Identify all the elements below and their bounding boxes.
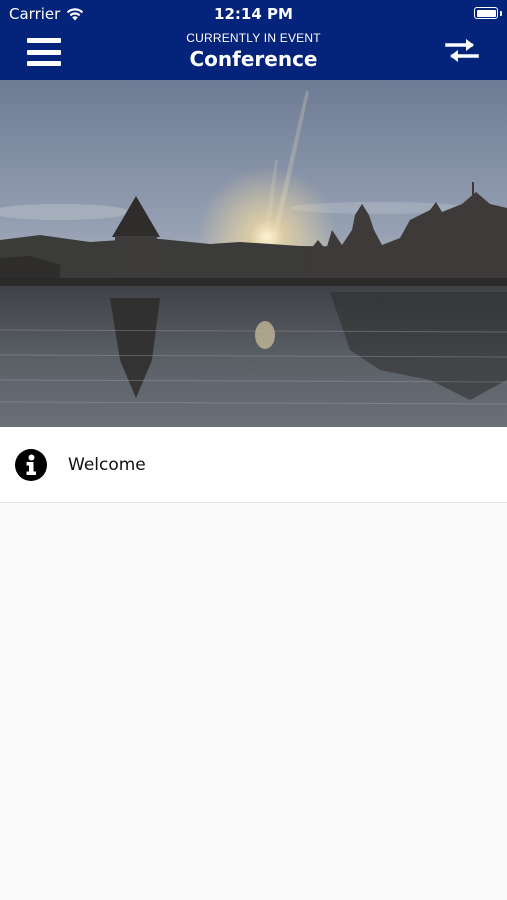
list-item-welcome[interactable]: Welcome [0,427,507,503]
hamburger-menu-icon[interactable] [27,38,61,66]
battery-icon [474,7,498,19]
list-item-label: Welcome [68,454,146,475]
event-menu-list: Welcome [0,427,507,503]
page-title: Conference [189,47,318,71]
app-header: Carrier 12:14 PM CURRENTLY IN EVENT Conf… [0,0,507,80]
swap-arrows-icon[interactable] [445,37,479,63]
status-bar: Carrier 12:14 PM [0,0,507,28]
event-subtitle: CURRENTLY IN EVENT [186,31,321,45]
status-time: 12:14 PM [214,5,293,23]
info-circle-icon [15,448,47,481]
header-title-block: CURRENTLY IN EVENT Conference [100,31,407,71]
event-hero-image [0,80,507,427]
